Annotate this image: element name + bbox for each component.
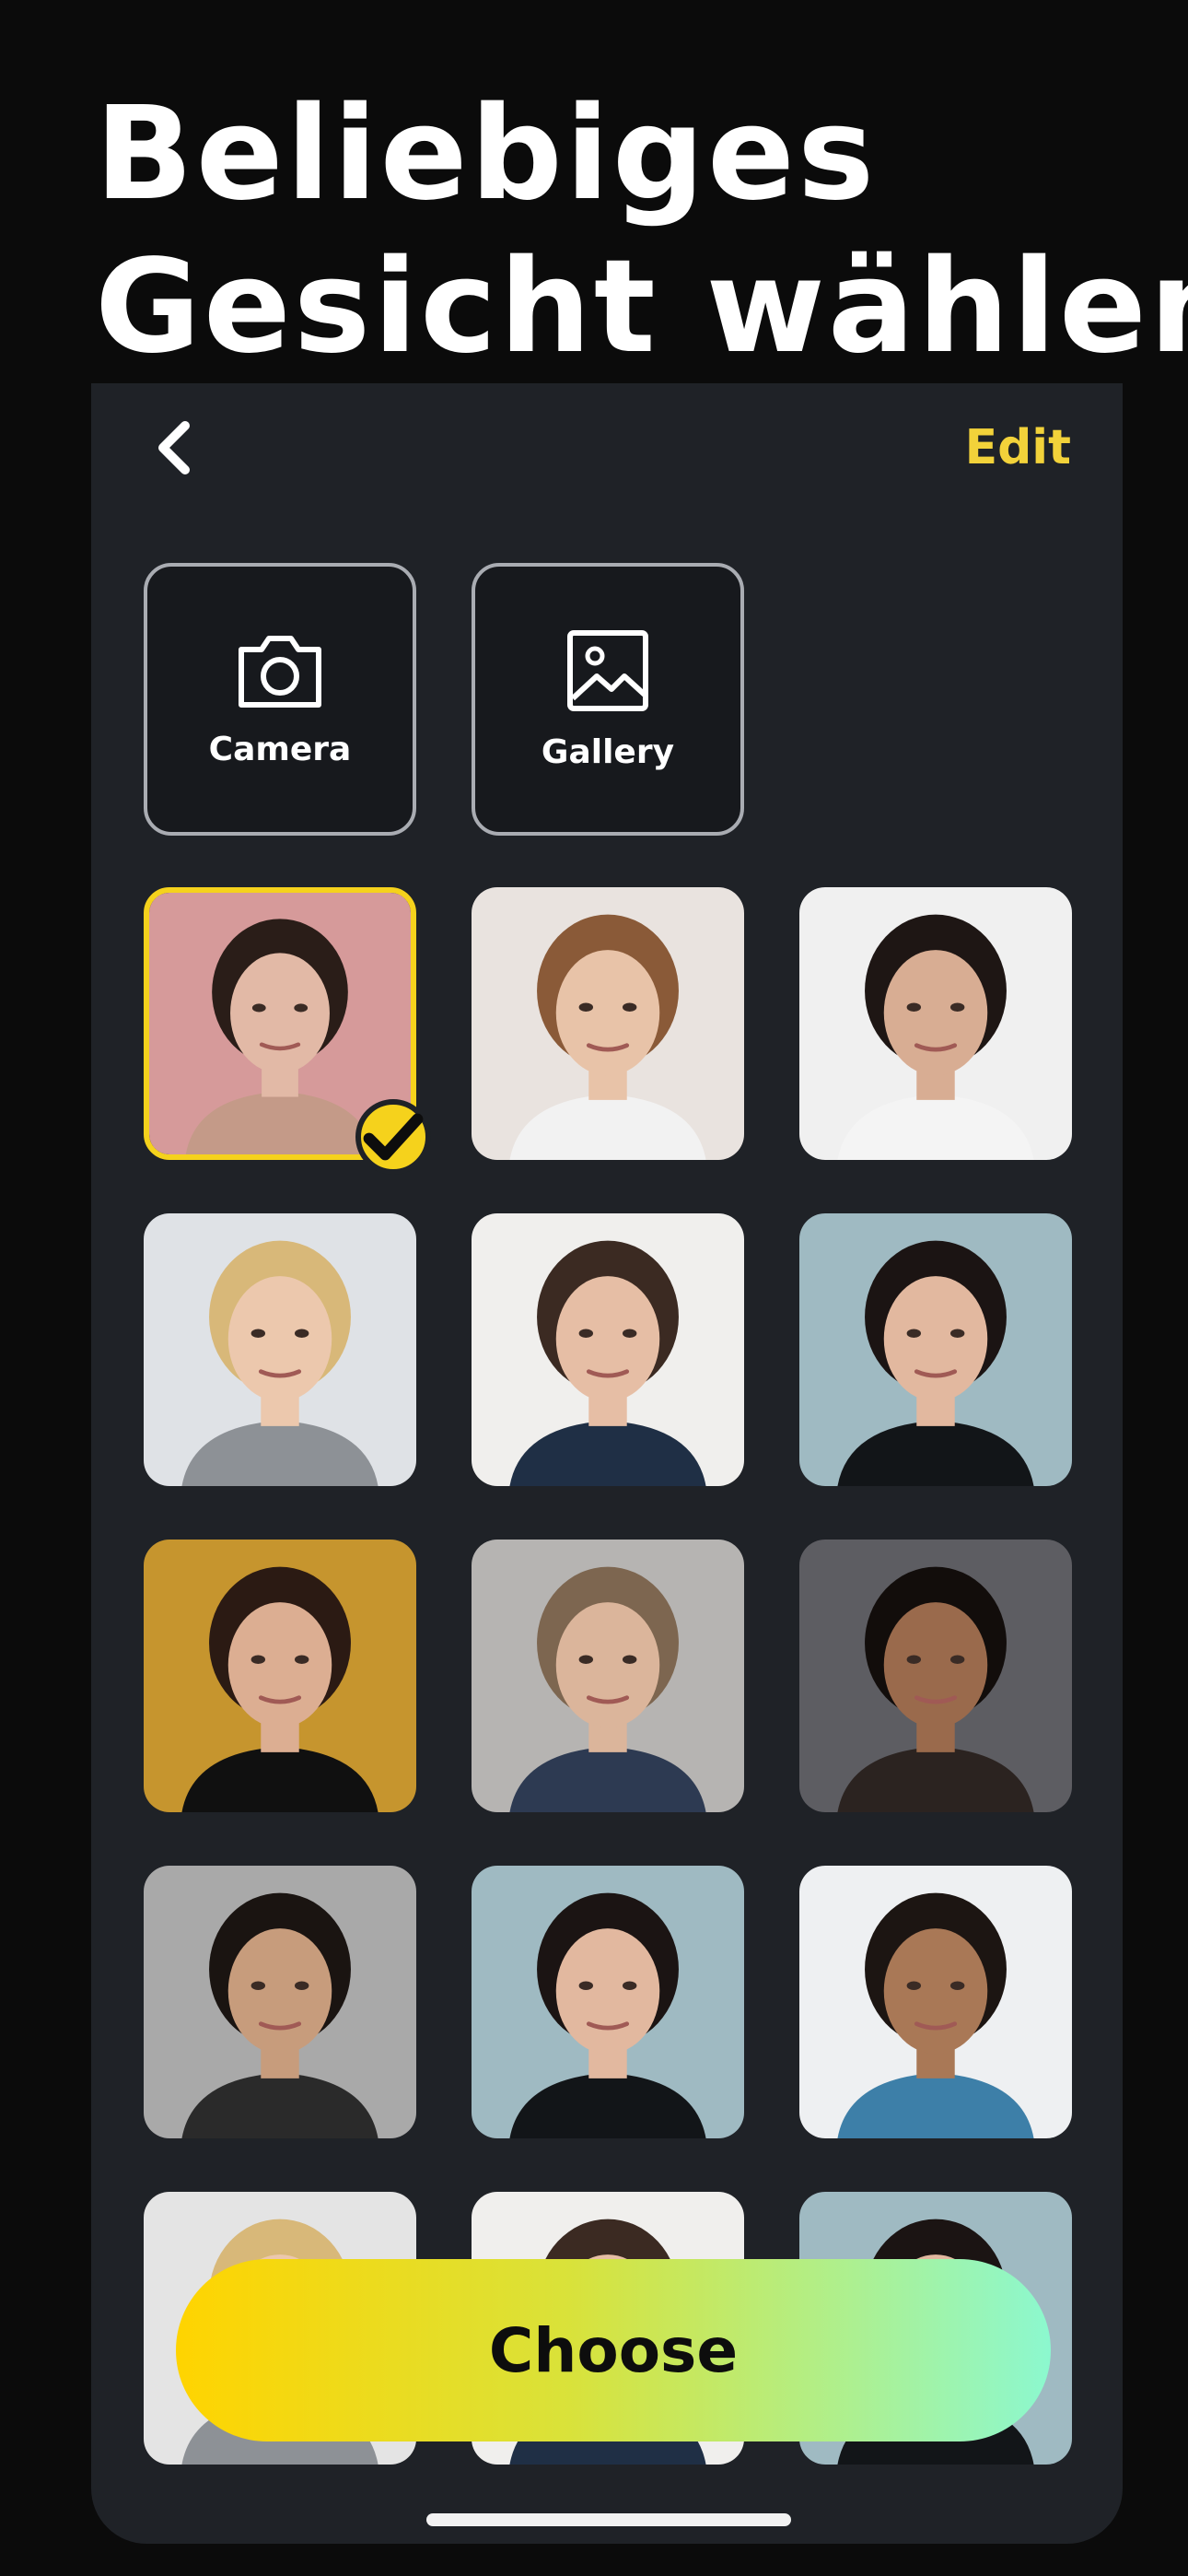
face-portrait bbox=[472, 1540, 744, 1812]
chevron-left-icon bbox=[158, 421, 190, 474]
face-thumbnail[interactable] bbox=[144, 1540, 416, 1812]
face-portrait bbox=[799, 887, 1072, 1160]
face-portrait bbox=[799, 1866, 1072, 2138]
face-portrait bbox=[144, 1540, 416, 1812]
face-thumbnail[interactable] bbox=[472, 1866, 744, 2138]
camera-source-button[interactable]: Camera bbox=[144, 563, 416, 836]
choose-button[interactable]: Choose bbox=[176, 2259, 1051, 2441]
image-icon bbox=[567, 629, 648, 711]
face-thumbnail[interactable] bbox=[144, 1213, 416, 1486]
face-thumbnail[interactable] bbox=[472, 1540, 744, 1812]
face-thumbnail[interactable] bbox=[799, 1540, 1072, 1812]
face-thumbnail-selected[interactable] bbox=[144, 887, 431, 1175]
choose-label: Choose bbox=[488, 2314, 739, 2386]
face-portrait bbox=[472, 1866, 744, 2138]
back-button[interactable] bbox=[137, 411, 211, 485]
gallery-label: Gallery bbox=[541, 732, 675, 771]
camera-label: Camera bbox=[208, 730, 352, 768]
face-thumbnail[interactable] bbox=[144, 1866, 416, 2138]
face-portrait bbox=[472, 1213, 744, 1486]
headline-line-2: Gesicht wählen bbox=[95, 232, 1188, 382]
camera-icon bbox=[239, 635, 321, 708]
face-portrait bbox=[799, 1540, 1072, 1812]
face-thumbnail[interactable] bbox=[799, 1213, 1072, 1486]
face-portrait bbox=[472, 887, 744, 1160]
gallery-source-button[interactable]: Gallery bbox=[472, 563, 744, 836]
face-portrait bbox=[799, 1213, 1072, 1486]
home-indicator bbox=[426, 2513, 791, 2526]
edit-button[interactable]: Edit bbox=[965, 411, 1071, 485]
check-badge bbox=[355, 1099, 431, 1175]
face-thumbnail[interactable] bbox=[472, 887, 744, 1160]
headline-line-1: Beliebiges bbox=[95, 79, 878, 229]
face-thumbnail[interactable] bbox=[472, 1213, 744, 1486]
face-thumbnail[interactable] bbox=[799, 1866, 1072, 2138]
phone-screen: Edit Camera Gallery Choose bbox=[91, 383, 1123, 2544]
check-icon bbox=[363, 1113, 424, 1161]
face-portrait bbox=[144, 1213, 416, 1486]
headline: Beliebiges Gesicht wählen bbox=[95, 78, 1188, 384]
face-thumbnail[interactable] bbox=[799, 887, 1072, 1160]
face-portrait bbox=[144, 1866, 416, 2138]
